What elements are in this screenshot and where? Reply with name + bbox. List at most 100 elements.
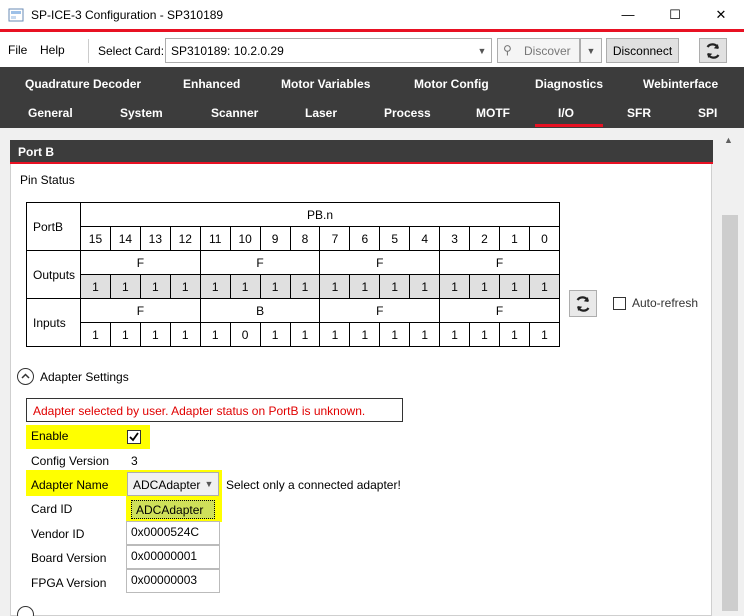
disconnect-label: Disconnect (612, 43, 673, 58)
output-bit-cell: 1 (439, 274, 471, 299)
toolbar-separator (88, 39, 89, 63)
tab-general[interactable]: General (28, 106, 73, 120)
tab-motor-config[interactable]: Motor Config (414, 77, 489, 91)
bit-number-cell: 6 (349, 226, 381, 251)
outputs-nibble: F (439, 250, 560, 275)
bit-header: PB.n (79, 202, 561, 227)
input-bit-cell: 1 (349, 322, 381, 347)
select-card-combo[interactable]: SP310189: 10.2.0.29 ▼ (165, 38, 492, 63)
checkmark-icon (129, 432, 139, 442)
menu-help[interactable]: Help (40, 43, 65, 57)
menu-file[interactable]: File (8, 43, 27, 57)
active-tab-indicator (535, 124, 603, 127)
inputs-nibble: F (79, 298, 201, 323)
select-card-value: SP310189: 10.2.0.29 (171, 44, 284, 58)
refresh-button[interactable] (699, 38, 727, 63)
disconnect-button[interactable]: Disconnect (606, 38, 679, 63)
adapter-expander[interactable] (17, 368, 34, 385)
next-section-expander[interactable] (17, 606, 34, 616)
config-version-value: 3 (131, 454, 138, 468)
scrollbar-thumb[interactable] (722, 215, 738, 611)
output-bit-cell: 1 (498, 274, 530, 299)
enable-checkbox[interactable] (127, 430, 141, 444)
refresh-icon (576, 295, 590, 312)
input-bit-cell: 1 (379, 322, 411, 347)
row-label-outputs: Outputs (26, 250, 81, 299)
maximize-button[interactable]: ☐ (652, 0, 698, 29)
adapter-name-value: ADCAdapter (133, 478, 201, 492)
refresh-icon (706, 42, 720, 59)
board-version-field[interactable]: 0x00000001 (126, 545, 220, 569)
output-bit-cell: 1 (409, 274, 441, 299)
tab-strip: Quadrature Decoder Enhanced Motor Variab… (0, 67, 744, 128)
chevron-down-icon: ▼ (204, 479, 214, 489)
output-bit-cell: 1 (109, 274, 141, 299)
close-button[interactable]: ✕ (698, 0, 744, 29)
maximize-icon: ☐ (669, 6, 681, 22)
tab-scanner[interactable]: Scanner (211, 106, 258, 120)
output-bit-cell: 1 (528, 274, 561, 299)
output-bit-cell: 1 (199, 274, 231, 299)
input-bit-cell: 1 (109, 322, 141, 347)
tab-spi[interactable]: SPI (698, 106, 717, 120)
tab-io[interactable]: I/O (558, 106, 574, 120)
bit-number-cell: 12 (169, 226, 201, 251)
tab-diagnostics[interactable]: Diagnostics (535, 77, 603, 91)
input-bit-cell: 1 (469, 322, 500, 347)
tab-laser[interactable]: Laser (305, 106, 337, 120)
input-bit-cell: 1 (409, 322, 441, 347)
card-id-value: ADCAdapter (136, 503, 204, 517)
tab-motor-variables[interactable]: Motor Variables (281, 77, 370, 91)
input-bit-cell: 1 (528, 322, 561, 347)
chevron-down-icon: ▼ (477, 45, 487, 56)
vendor-id-label: Vendor ID (31, 527, 85, 541)
input-bit-cell: 1 (79, 322, 111, 347)
pin-refresh-button[interactable] (569, 290, 597, 317)
outputs-nibble: F (199, 250, 321, 275)
search-icon: ⚲ (503, 43, 512, 57)
tab-sfr[interactable]: SFR (627, 106, 651, 120)
tab-enhanced[interactable]: Enhanced (183, 77, 240, 91)
tab-process[interactable]: Process (384, 106, 431, 120)
tab-motf[interactable]: MOTF (476, 106, 510, 120)
discover-button[interactable]: ⚲ Discover (497, 38, 580, 63)
vendor-id-value: 0x0000524C (131, 525, 200, 539)
enable-label: Enable (31, 429, 69, 443)
bit-number-cell: 15 (79, 226, 111, 251)
bit-number-cell: 9 (259, 226, 291, 251)
auto-refresh-label: Auto-refresh (632, 296, 699, 310)
fpga-version-field[interactable]: 0x00000003 (126, 569, 220, 593)
chevron-down-icon: ▼ (586, 45, 596, 56)
card-id-field[interactable]: ADCAdapter (131, 500, 215, 519)
minimize-button[interactable]: — (605, 0, 651, 29)
input-bit-cell: 1 (289, 322, 321, 347)
adapter-name-combo[interactable]: ADCAdapter ▼ (127, 472, 219, 496)
input-bit-cell: 1 (498, 322, 530, 347)
input-bit-cell: 0 (229, 322, 261, 347)
output-bit-cell: 1 (469, 274, 500, 299)
tab-system[interactable]: System (120, 106, 163, 120)
output-bit-cell: 1 (79, 274, 111, 299)
discover-label: Discover (524, 44, 571, 58)
outputs-nibble: F (319, 250, 441, 275)
pin-status-table: PortB PB.n 15 14 13 12 11 10 9 8 7 6 5 4 3 2 1 0 Output… (26, 202, 561, 347)
auto-refresh-checkbox[interactable] (613, 297, 626, 310)
output-bit-cell: 1 (379, 274, 411, 299)
output-bit-cell: 1 (319, 274, 351, 299)
bit-number-cell: 4 (409, 226, 441, 251)
output-bit-cell: 1 (349, 274, 381, 299)
board-version-value: 0x00000001 (131, 549, 198, 563)
bit-number-cell: 7 (319, 226, 351, 251)
output-bit-cell: 1 (259, 274, 291, 299)
vendor-id-field[interactable]: 0x0000524C (126, 521, 220, 545)
adapter-hint: Select only a connected adapter! (226, 478, 401, 492)
tab-quadrature-decoder[interactable]: Quadrature Decoder (25, 77, 141, 91)
select-card-label: Select Card: (98, 44, 165, 58)
input-bit-cell: 1 (319, 322, 351, 347)
discover-dropdown[interactable]: ▼ (580, 38, 602, 63)
minimize-icon: — (621, 7, 635, 22)
scroll-up-icon[interactable]: ▲ (724, 135, 733, 145)
pin-status-label: Pin Status (20, 173, 75, 187)
tab-webinterface[interactable]: Webinterface (643, 77, 718, 91)
adapter-settings-label: Adapter Settings (40, 370, 129, 384)
